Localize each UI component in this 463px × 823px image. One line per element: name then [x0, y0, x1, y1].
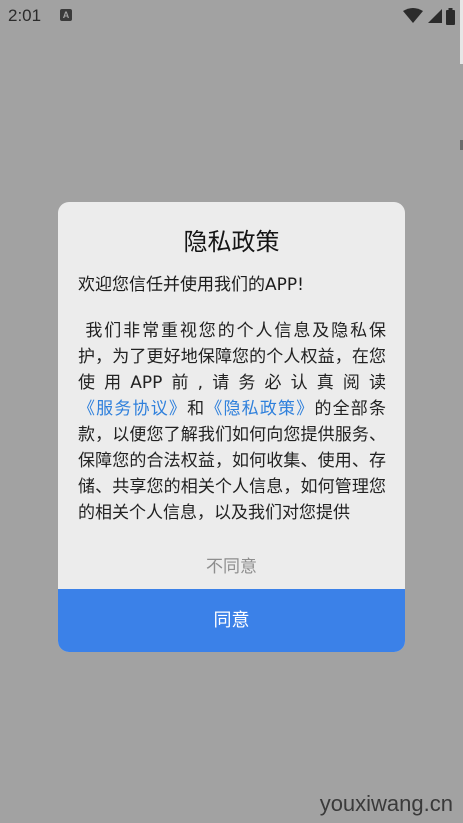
- watermark: youxiwang.cn: [319, 791, 453, 816]
- dialog-title: 隐私政策: [183, 228, 280, 256]
- battery-icon: [446, 7, 455, 25]
- wifi-icon: [403, 8, 423, 23]
- policy-intro: 我们非常重视您的个人信息及隐私保护，为了更好地保障您的个人权益，在您使用APP前…: [78, 321, 386, 393]
- policy-text[interactable]: 我们非常重视您的个人信息及隐私保护，为了更好地保障您的个人权益，在您使用APP前…: [78, 318, 386, 528]
- disagree-button[interactable]: 不同意: [58, 552, 405, 577]
- policy-connector: 和: [187, 399, 206, 419]
- notification-icon: A: [60, 9, 72, 21]
- signal-icon: [428, 9, 442, 23]
- service-agreement-link[interactable]: 《服务协议》: [78, 399, 187, 419]
- status-icons: [403, 6, 455, 26]
- privacy-dialog: 隐私政策 欢迎您信任并使用我们的APP! 我们非常重视您的个人信息及隐私保护，为…: [58, 202, 405, 652]
- status-time: 2:01: [8, 6, 42, 25]
- welcome-text: 欢迎您信任并使用我们的APP!: [78, 275, 304, 295]
- agree-button[interactable]: 同意: [58, 589, 405, 652]
- privacy-policy-link[interactable]: 《隐私政策》: [205, 399, 314, 419]
- status-bar: 2:01 A: [0, 0, 463, 32]
